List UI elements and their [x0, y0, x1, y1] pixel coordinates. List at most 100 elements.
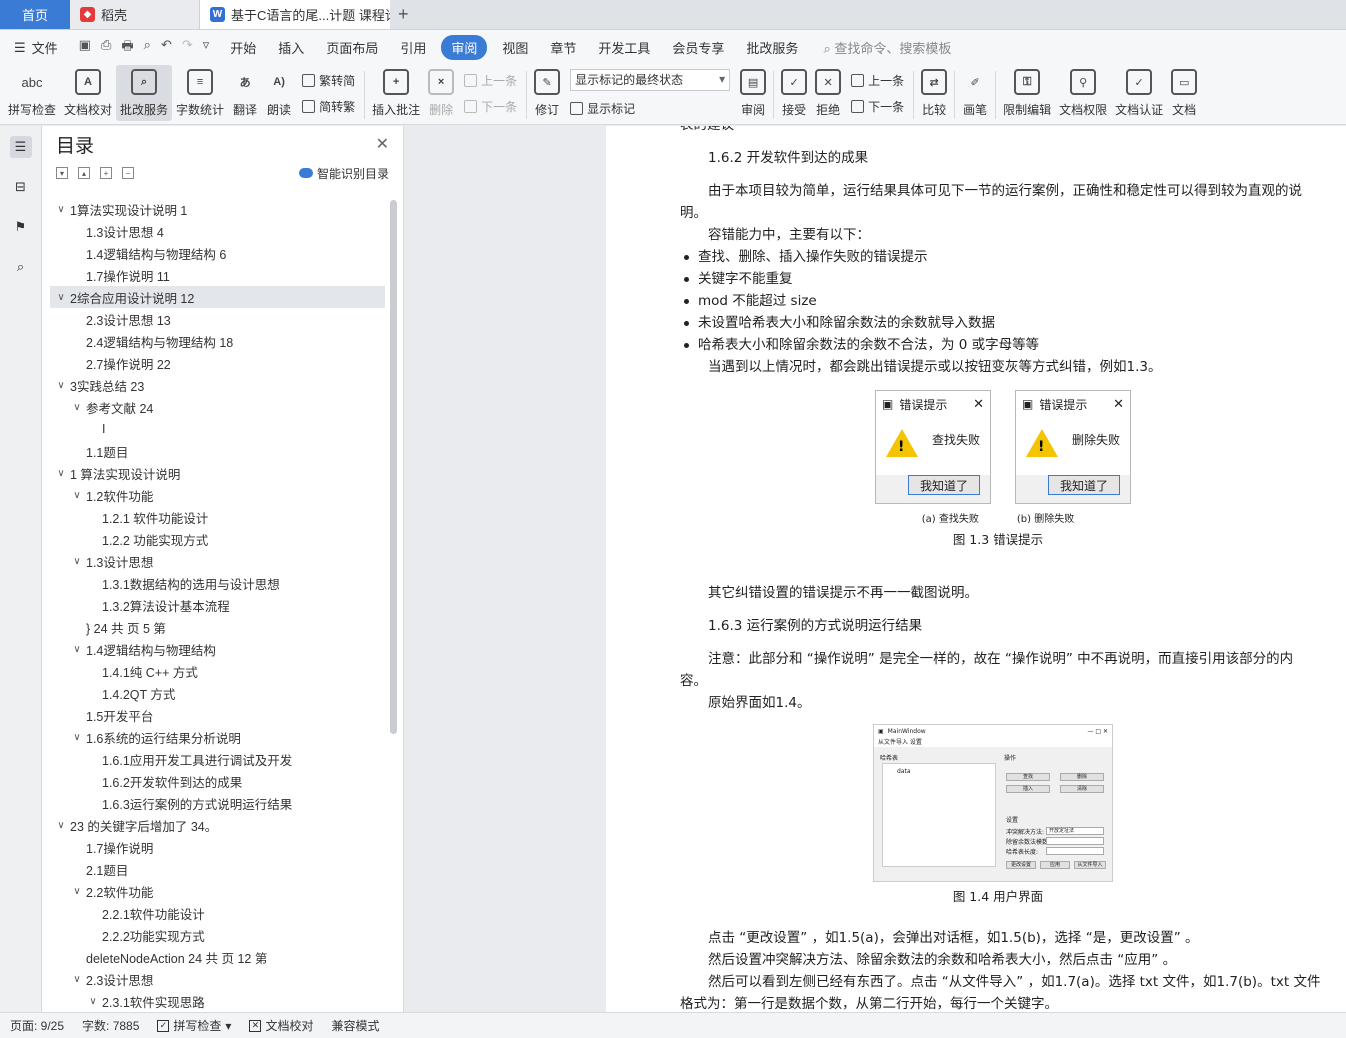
track-changes-button[interactable]: ✎ 修订	[530, 65, 564, 121]
toc-item[interactable]: 1.1题目	[50, 440, 385, 462]
toc-item[interactable]: 1.3.1数据结构的选用与设计思想	[50, 572, 385, 594]
toc-item[interactable]: I	[50, 418, 385, 440]
menu-view[interactable]: 视图	[491, 38, 539, 57]
toc-item[interactable]: ∨ 1 算法实现设计说明	[50, 462, 385, 484]
menu-member[interactable]: 会员专享	[661, 38, 735, 57]
command-search[interactable]: ⌕ 查找命令、搜索模板	[823, 38, 951, 57]
toc-item[interactable]: 2.3设计思想 13	[50, 308, 385, 330]
toc-scrollbar[interactable]	[390, 200, 397, 734]
toc-item[interactable]: ∨ 1.3设计思想	[50, 550, 385, 572]
menu-start[interactable]: 开始	[219, 38, 267, 57]
chevron-down-icon[interactable]: ∨	[70, 644, 84, 655]
toc-item[interactable]: } 24 共 页 5 第	[50, 616, 385, 638]
toc-item[interactable]: ∨ 3实践总结 23	[50, 374, 385, 396]
tab-daoke[interactable]: ◆ 稻壳	[70, 0, 200, 29]
doc-more-button[interactable]: ▭ 文档	[1167, 65, 1201, 121]
menu-file[interactable]: 文件	[30, 38, 69, 57]
chevron-down-icon[interactable]: ∨	[54, 468, 68, 479]
word-count-button[interactable]: ≡ 字数统计	[172, 65, 228, 121]
toc-item[interactable]: 1.2.1 软件功能设计	[50, 506, 385, 528]
toc-item[interactable]: ∨ 1.6系统的运行结果分析说明	[50, 726, 385, 748]
toc-item[interactable]: ∨ 1.4逻辑结构与物理结构	[50, 638, 385, 660]
pen-button[interactable]: ✐ 画笔	[958, 65, 992, 121]
insert-comment-button[interactable]: + 插入批注	[368, 65, 424, 121]
toc-item[interactable]: 2.7操作说明 22	[50, 352, 385, 374]
review-service-button[interactable]: ⌕ 批改服务	[116, 65, 173, 121]
toc-item[interactable]: ∨ 2综合应用设计说明 12	[50, 286, 385, 308]
next-change-button[interactable]: 下一条	[851, 98, 904, 115]
chevron-down-icon[interactable]: ∨	[54, 380, 68, 391]
toc-item[interactable]: 1.2.2 功能实现方式	[50, 528, 385, 550]
next-comment-button[interactable]: 下一条	[464, 98, 517, 115]
simp-to-trad-button[interactable]: 简转繁	[302, 98, 355, 115]
outline-icon[interactable]: ⊟	[10, 176, 32, 198]
review-pane-button[interactable]: ▤ 审阅	[736, 65, 770, 121]
new-tab-button[interactable]: +	[390, 0, 417, 29]
toc-item[interactable]: 1.5开发平台	[50, 704, 385, 726]
menu-insert[interactable]: 插入	[267, 38, 315, 57]
chevron-down-icon[interactable]: ∨	[70, 490, 84, 501]
chevron-down-icon[interactable]: ∨	[54, 820, 68, 831]
save-icon[interactable]: ▣	[79, 37, 91, 59]
expand-all-icon[interactable]: ▾	[56, 167, 68, 179]
toc-item[interactable]: 1.4逻辑结构与物理结构 6	[50, 242, 385, 264]
collapse-all-icon[interactable]: ▴	[78, 167, 90, 179]
chevron-down-icon[interactable]: ∨	[54, 204, 68, 215]
document-page[interactable]: 表的建议 1.6.2 开发软件到达的成果 由于本项目较为简单，运行结果具体可见下…	[606, 126, 1346, 1012]
page-indicator[interactable]: 页面: 9/25	[10, 1017, 64, 1034]
toc-item[interactable]: deleteNodeAction 24 共 页 12 第	[50, 946, 385, 968]
toc-item[interactable]: ∨ 2.3设计思想	[50, 968, 385, 990]
prev-change-button[interactable]: 上一条	[851, 72, 904, 89]
chevron-down-icon[interactable]: ∨	[86, 996, 100, 1007]
add-level-icon[interactable]: +	[100, 167, 112, 179]
tab-document[interactable]: W 基于C语言的尾...计题 课程论文	[200, 0, 390, 29]
toc-item[interactable]: ∨ 参考文献 24	[50, 396, 385, 418]
print-icon[interactable]: 🖶	[121, 37, 133, 59]
trad-to-simp-button[interactable]: 繁转简	[302, 72, 355, 89]
translate-button[interactable]: あ翻译	[228, 65, 262, 121]
compare-button[interactable]: ⇄ 比较	[917, 65, 951, 121]
doc-proof-status[interactable]: ✕ 文档校对	[249, 1017, 313, 1034]
smart-toc-button[interactable]: 智能识别目录	[298, 165, 389, 182]
chevron-down-icon[interactable]: ∨	[70, 886, 84, 897]
toc-item[interactable]: ∨ 1.2软件功能	[50, 484, 385, 506]
undo-icon[interactable]: ↶	[161, 37, 172, 59]
show-markup-button[interactable]: 显示标记	[570, 100, 730, 117]
chevron-down-icon[interactable]: ∨	[70, 402, 84, 413]
toc-item[interactable]: 1.6.3运行案例的方式说明运行结果	[50, 792, 385, 814]
toc-item[interactable]: 2.2.1软件功能设计	[50, 902, 385, 924]
chevron-down-icon[interactable]: ∨	[70, 732, 84, 743]
toc-item[interactable]: 1.7操作说明	[50, 836, 385, 858]
delete-comment-button[interactable]: × 删除	[424, 65, 458, 121]
preview-icon[interactable]: ⌕	[144, 37, 151, 59]
close-icon[interactable]: ✕	[376, 134, 389, 154]
reject-button[interactable]: ✕ 拒绝	[811, 65, 845, 121]
accept-button[interactable]: ✓ 接受	[777, 65, 811, 121]
toc-item[interactable]: 1.3设计思想 4	[50, 220, 385, 242]
menu-correction[interactable]: 批改服务	[735, 38, 809, 57]
toc-item[interactable]: ∨ 1算法实现设计说明 1	[50, 198, 385, 220]
toc-item[interactable]: ∨ 2.2软件功能	[50, 880, 385, 902]
doc-certify-button[interactable]: ✓ 文档认证	[1111, 65, 1167, 121]
markup-state-select[interactable]: 显示标记的最终状态	[570, 68, 731, 91]
doc-permission-button[interactable]: ⚲ 文档权限	[1055, 65, 1111, 121]
toc-item[interactable]: 2.4逻辑结构与物理结构 18	[50, 330, 385, 352]
toc-item[interactable]: 2.2.2功能实现方式	[50, 924, 385, 946]
tab-home[interactable]: 首页	[0, 0, 70, 29]
redo-icon[interactable]: ↷	[182, 37, 193, 59]
chevron-down-icon[interactable]: ∨	[70, 974, 84, 985]
remove-level-icon[interactable]: −	[122, 167, 134, 179]
spell-check-button[interactable]: abc 拼写检查	[4, 65, 60, 121]
export-icon[interactable]: ⎙	[101, 37, 111, 59]
toc-item[interactable]: 1.7操作说明 11	[50, 264, 385, 286]
read-aloud-button[interactable]: A) 朗读	[262, 65, 296, 121]
toc-item[interactable]: 1.4.2QT 方式	[50, 682, 385, 704]
hamburger-icon[interactable]: ☰	[14, 40, 26, 56]
toc-item[interactable]: 1.4.1纯 C++ 方式	[50, 660, 385, 682]
chevron-down-icon[interactable]: ∨	[70, 556, 84, 567]
toc-item[interactable]: 1.3.2算法设计基本流程	[50, 594, 385, 616]
chevron-down-icon[interactable]: ∨	[54, 292, 68, 303]
toc-item[interactable]: 1.6.1应用开发工具进行调试及开发	[50, 748, 385, 770]
menu-section[interactable]: 章节	[539, 38, 587, 57]
doc-proof-button[interactable]: A 文档校对	[60, 65, 116, 121]
